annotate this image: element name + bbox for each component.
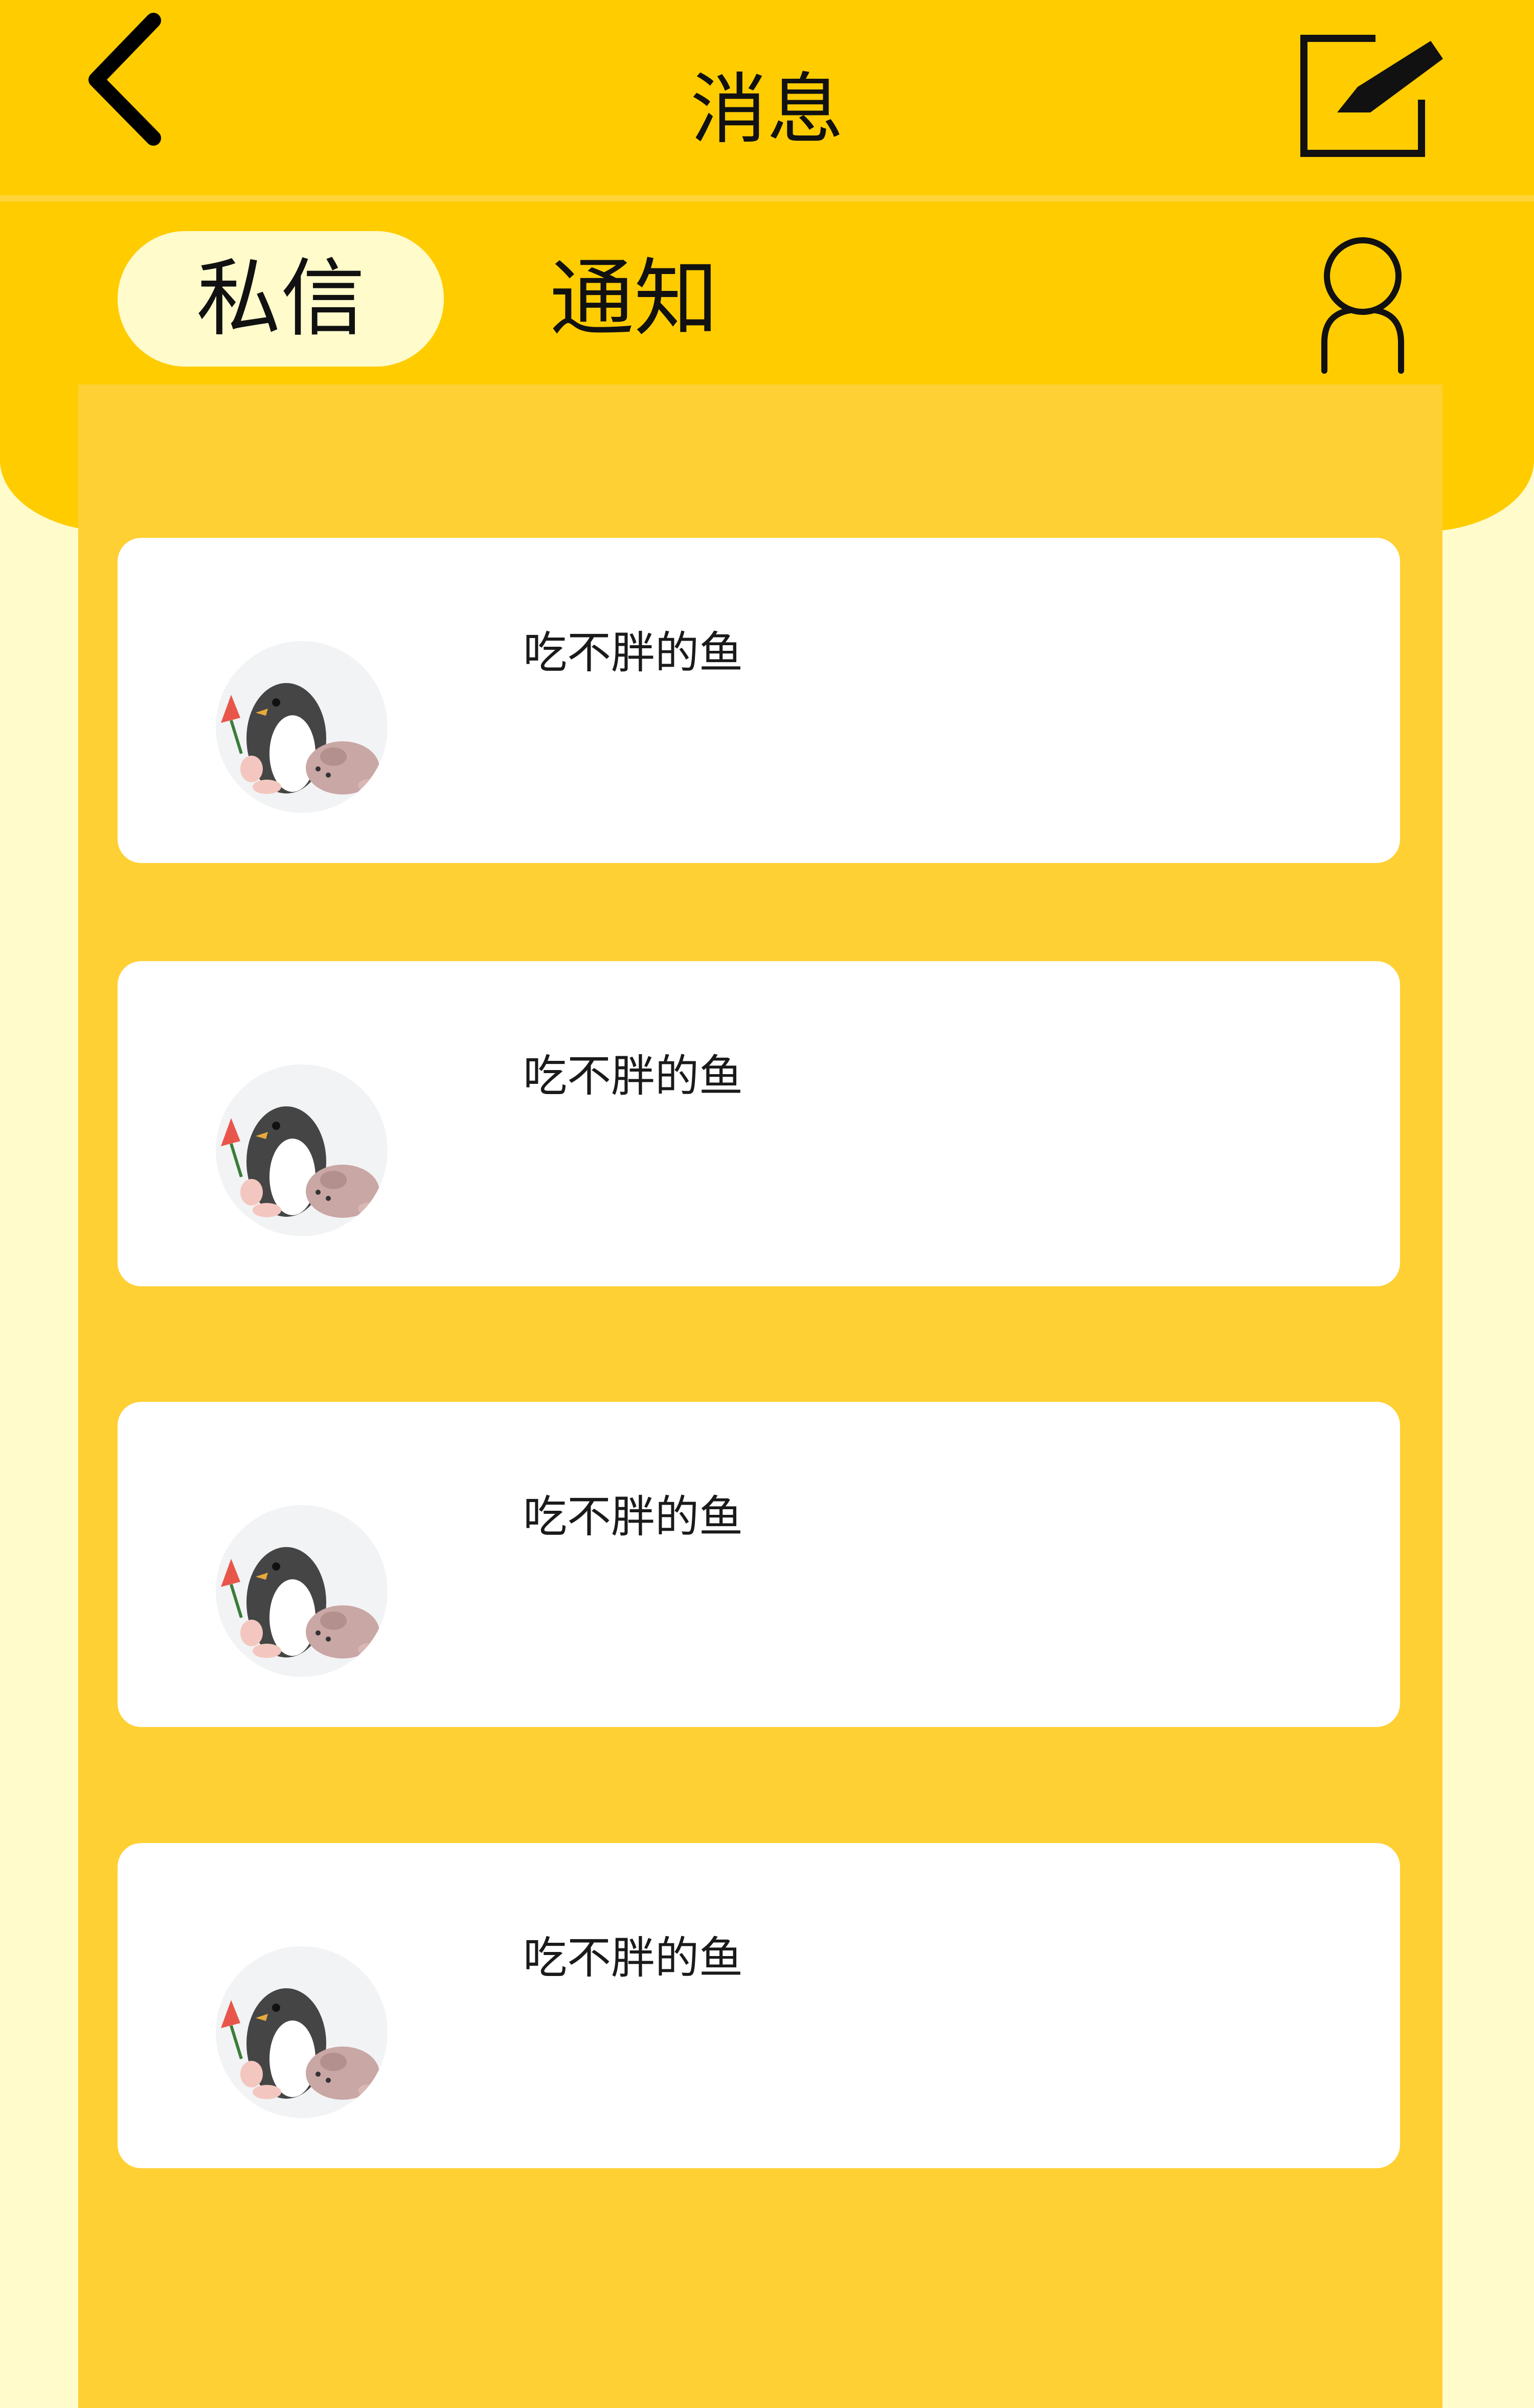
penguin-avatar-icon [221, 1988, 380, 2100]
back-button[interactable] [77, 9, 184, 152]
conversation-name: 吃不胖的鱼 [523, 1491, 743, 1542]
conversation-item[interactable]: 吃不胖的鱼 [118, 1402, 1400, 1727]
tab-notifications[interactable]: 通知 [527, 231, 741, 367]
conversation-item[interactable]: 吃不胖的鱼 [118, 961, 1400, 1286]
conversation-item[interactable]: 吃不胖的鱼 [118, 538, 1400, 863]
conversation-item[interactable]: 吃不胖的鱼 [118, 1843, 1400, 2168]
compose-button[interactable] [1294, 28, 1447, 161]
penguin-avatar[interactable] [216, 1064, 388, 1236]
user-icon [1321, 237, 1404, 374]
header-divider [0, 195, 1534, 201]
penguin-avatar-icon [221, 1547, 380, 1659]
chevron-left-icon [88, 13, 161, 146]
tab-private-messages[interactable]: 私信 [118, 231, 444, 367]
conversation-name: 吃不胖的鱼 [523, 1051, 743, 1102]
conversation-name: 吃不胖的鱼 [523, 1933, 743, 1984]
penguin-avatar-icon [221, 1106, 380, 1218]
edit-icon [1300, 35, 1443, 157]
penguin-avatar[interactable] [216, 641, 388, 813]
penguin-avatar[interactable] [216, 1946, 388, 2118]
page-title: 消息 [690, 65, 844, 154]
profile-button[interactable] [1309, 233, 1416, 376]
conversation-name: 吃不胖的鱼 [523, 627, 743, 678]
penguin-avatar-icon [221, 683, 380, 794]
penguin-avatar[interactable] [216, 1505, 388, 1677]
